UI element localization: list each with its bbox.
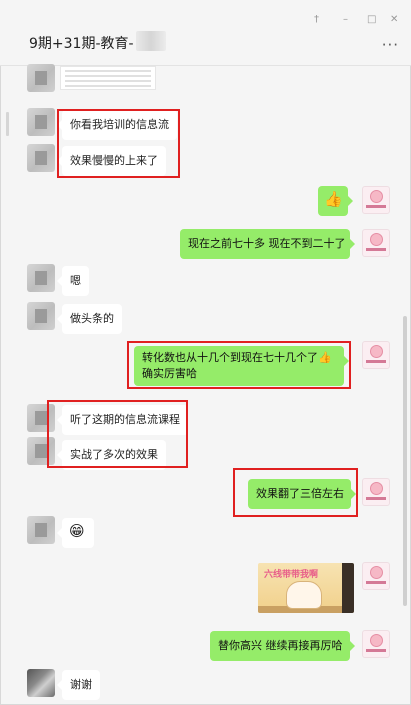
avatar[interactable] bbox=[27, 108, 55, 136]
more-icon[interactable]: ··· bbox=[382, 36, 399, 54]
close-icon[interactable]: ✕ bbox=[390, 14, 398, 25]
avatar[interactable] bbox=[362, 229, 390, 257]
sticker-caption: 六线带带我啊 bbox=[264, 570, 319, 580]
sticker-edge bbox=[342, 563, 354, 613]
pin-icon[interactable]: † bbox=[314, 14, 319, 25]
highlight-box bbox=[57, 109, 180, 178]
highlight-box bbox=[233, 468, 358, 517]
minimize-icon[interactable]: – bbox=[343, 14, 348, 25]
maximize-icon[interactable]: □ bbox=[367, 14, 376, 25]
avatar[interactable] bbox=[27, 516, 55, 544]
avatar[interactable] bbox=[27, 144, 55, 172]
message-bubble[interactable]: 现在之前七十多 现在不到二十了 bbox=[180, 229, 355, 259]
dog-icon bbox=[286, 581, 322, 609]
title-redaction bbox=[136, 31, 166, 51]
grin-icon: 😁 bbox=[69, 522, 85, 540]
highlight-box bbox=[47, 400, 188, 468]
message-bubble[interactable]: 替你高兴 继续再接再厉哈 bbox=[210, 631, 355, 661]
chat-title: 9期+31期-教育- bbox=[29, 36, 134, 52]
highlight-box bbox=[127, 341, 351, 389]
message-bubble[interactable]: 嗯 bbox=[57, 266, 89, 296]
left-indicator bbox=[6, 112, 9, 136]
scrollbar[interactable] bbox=[403, 316, 407, 606]
avatar[interactable] bbox=[27, 64, 55, 92]
avatar[interactable] bbox=[362, 186, 390, 214]
message-bubble[interactable]: 做头条的 bbox=[57, 304, 122, 334]
emoji-message[interactable]: 👍 bbox=[318, 186, 353, 216]
avatar[interactable] bbox=[27, 264, 55, 292]
title-bar: 9期+31期-教育- † – □ ✕ ··· bbox=[0, 0, 411, 66]
avatar[interactable] bbox=[362, 478, 390, 506]
avatar[interactable] bbox=[27, 669, 55, 697]
emoji-message[interactable]: 😁 bbox=[57, 518, 94, 548]
avatar[interactable] bbox=[362, 562, 390, 590]
avatar[interactable] bbox=[362, 341, 390, 369]
image-message[interactable] bbox=[60, 66, 156, 90]
avatar[interactable] bbox=[362, 630, 390, 658]
sticker-message[interactable]: 六线带带我啊 bbox=[258, 563, 354, 613]
thumbs-up-icon: 👍 bbox=[324, 190, 343, 208]
avatar[interactable] bbox=[27, 302, 55, 330]
message-bubble[interactable]: 谢谢 bbox=[57, 670, 100, 700]
